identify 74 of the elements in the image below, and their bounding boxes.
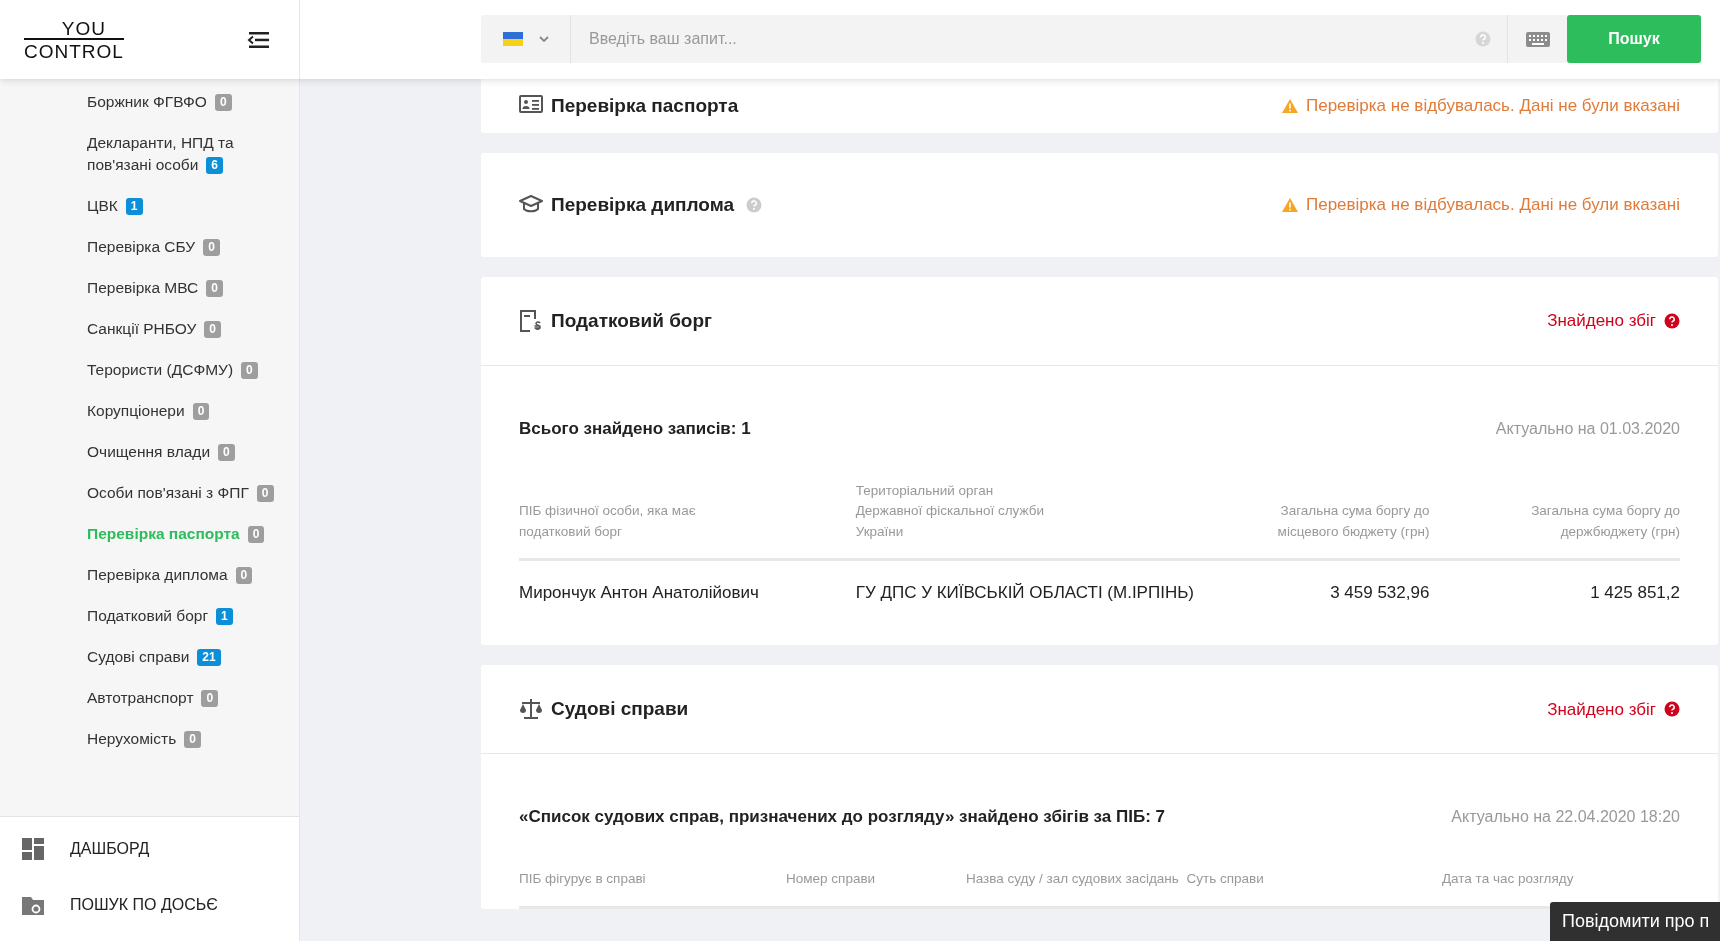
status-text: Перевірка не відбувалась. Дані не були вказані <box>1305 194 1680 217</box>
search-field[interactable]: Введіть ваш запит... <box>571 15 1475 63</box>
sidebar-item[interactable]: Особи пов'язані з ФПГ 0 <box>87 472 287 513</box>
sidebar-item[interactable]: Судові справи 21 <box>87 636 287 677</box>
count-badge: 1 <box>216 607 233 625</box>
count-badge: 0 <box>235 566 253 584</box>
sidebar-item[interactable]: Перевірка СБУ 0 <box>87 226 287 267</box>
sidebar-item[interactable]: Терористи (ДСФМУ) 0 <box>87 349 287 390</box>
count-badge: 0 <box>247 525 265 543</box>
section-title: Перевірка паспорта <box>551 93 739 118</box>
sidebar-item[interactable]: ЦВК 1 <box>87 185 287 226</box>
count-badge: 0 <box>256 484 274 502</box>
help-icon <box>746 197 763 213</box>
section-title: Судові справи <box>551 697 689 721</box>
feedback-button[interactable]: Повідомити про п <box>1550 902 1720 941</box>
court-icon <box>519 697 543 722</box>
sidebar-item[interactable]: Боржник ФГВФО 0 <box>87 81 287 122</box>
count-badge: 0 <box>241 361 258 379</box>
sidebar-item[interactable]: Автотранспорт 0 <box>87 677 287 718</box>
flag-icon <box>502 32 523 46</box>
help-icon <box>1664 313 1680 329</box>
status-text: Знайдено збіг <box>1547 310 1656 333</box>
count-badge: 1 <box>125 197 143 215</box>
sidebar-item[interactable]: Нерухомість 0 <box>87 718 287 759</box>
column-header: Суть справи <box>1186 869 1442 907</box>
sidebar-item[interactable]: Очищення влади 0 <box>87 431 287 472</box>
count-badge: 0 <box>203 238 220 256</box>
section-title: Податковий борг <box>551 308 712 333</box>
updated-date: Актуально на 22.04.2020 18:20 <box>1451 806 1680 827</box>
folder-search-icon <box>22 894 44 916</box>
column-header: ПІБ фігурує в справі <box>519 869 786 907</box>
sidebar-item[interactable]: Декларанти, НПД та пов'язані особи 6 <box>87 122 287 185</box>
column-header: ПІБ фізичної особи, яка має податковий борг <box>519 481 856 560</box>
count-badge: 21 <box>197 648 221 666</box>
sidebar-item[interactable]: Перевірка диплома 0 <box>87 554 287 595</box>
warning-icon <box>1281 198 1298 212</box>
column-header: Номер справи <box>786 869 966 907</box>
sidebar-item[interactable]: Перевірка МВС 0 <box>87 267 287 308</box>
summary-text: Всього знайдено записів: 1 <box>519 417 751 440</box>
table-cell: 3 459 532,96 <box>1204 559 1460 606</box>
count-badge: 0 <box>214 93 232 111</box>
nav-link[interactable]: ДАШБОРД <box>22 829 299 869</box>
count-badge: 0 <box>218 443 235 461</box>
count-badge: 0 <box>204 320 222 338</box>
tax-icon <box>519 309 543 333</box>
summary-text: «Список судових справ, призначених до розгляду» знайдено збігів за ПІБ: 7 <box>519 806 1165 828</box>
count-badge: 0 <box>201 689 219 707</box>
warning-icon <box>1281 99 1298 113</box>
table-cell: Мирончук Антон Анатолійович <box>519 559 856 606</box>
sidebar-item[interactable]: Податковий борг 1 <box>87 595 287 636</box>
dashboard-icon <box>22 838 44 860</box>
updated-date: Актуально на 01.03.2020 <box>1495 418 1680 439</box>
count-badge: 0 <box>206 279 223 297</box>
status-text: Знайдено збіг <box>1547 698 1656 721</box>
count-badge: 0 <box>184 730 201 748</box>
caret-icon <box>538 36 549 42</box>
nav-link[interactable]: ПОШУК ПО ДОСЬЄ <box>22 885 299 925</box>
table-cell: ГУ ДПС У КИЇВСЬКІЙ ОБЛАСТІ (М.ІРПІНЬ) <box>855 559 1204 606</box>
sidebar-item[interactable]: Санкції РНБОУ 0 <box>87 308 287 349</box>
help-icon <box>1664 701 1680 718</box>
table-cell: 1 425 851,2 <box>1459 559 1680 606</box>
language-select[interactable] <box>481 15 571 63</box>
column-header: Територіальний орган Державної фіскальної служби України <box>855 481 1204 560</box>
section-title: Перевірка диплома <box>551 192 735 217</box>
keyboard-icon[interactable] <box>1525 31 1550 47</box>
column-header: Назва суду / зал судових засідань <box>965 869 1187 907</box>
column-header: Загальна сума боргу до місцевого бюджету (грн) <box>1204 481 1460 560</box>
menu-collapse-icon[interactable] <box>247 30 269 49</box>
column-header: Загальна сума боргу до держбюджету (грн) <box>1459 481 1680 560</box>
count-badge: 6 <box>206 156 224 174</box>
sidebar-item[interactable]: Корупціонери 0 <box>87 390 287 431</box>
count-badge: 0 <box>192 402 210 420</box>
logo: YOU CONTROL <box>24 18 124 61</box>
status-text: Перевірка не відбувалась. Дані не були вказані <box>1305 95 1680 118</box>
